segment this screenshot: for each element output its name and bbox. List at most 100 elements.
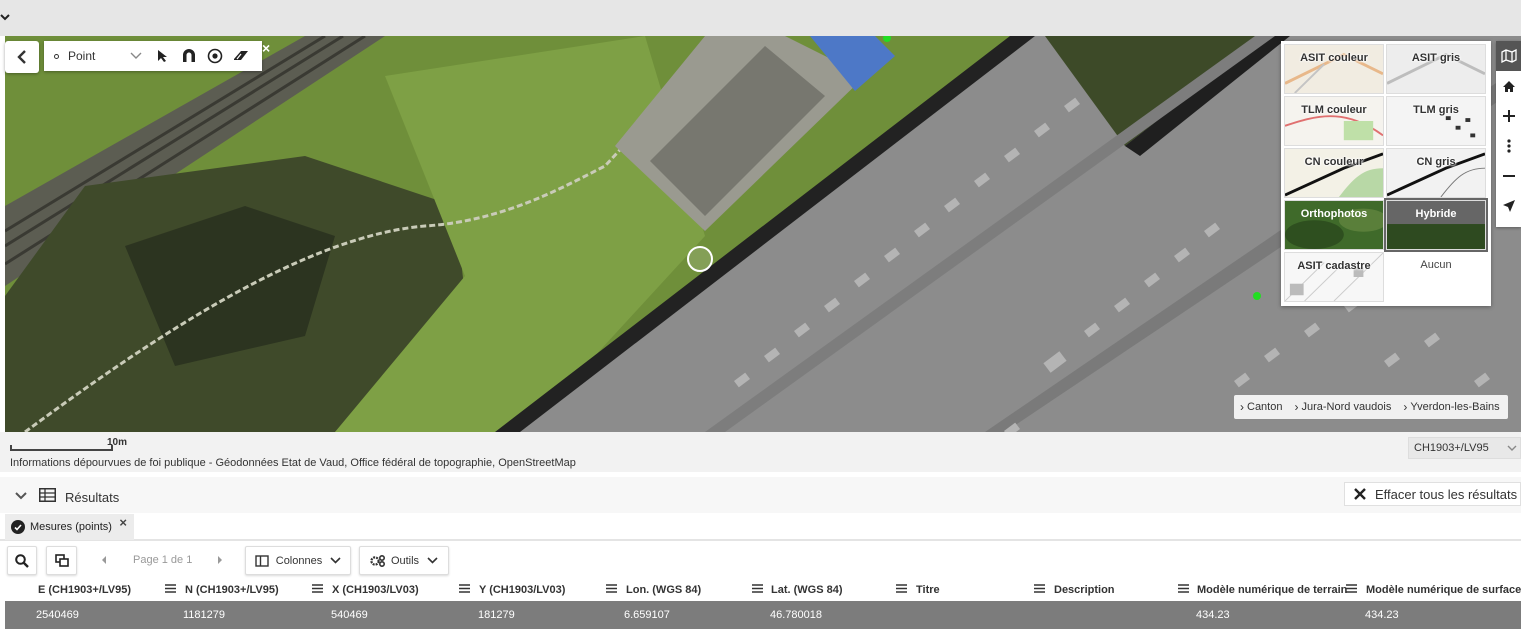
tools-button[interactable]: Outils bbox=[359, 546, 449, 575]
column-header[interactable]: Lat. (WGS 84) bbox=[771, 584, 843, 596]
basemap-orthophotos[interactable]: Orthophotos bbox=[1284, 200, 1384, 250]
column-header[interactable]: Modèle numérique de surface bbox=[1366, 584, 1521, 596]
column-menu-icon[interactable] bbox=[752, 584, 763, 593]
breadcrumb-item[interactable]: › Canton bbox=[1240, 400, 1282, 414]
columns-button[interactable]: Colonnes bbox=[245, 546, 351, 575]
chevron-down-icon bbox=[1507, 445, 1517, 451]
draw-toolbar: Point bbox=[44, 41, 262, 71]
eraser-icon[interactable] bbox=[228, 41, 254, 71]
table-cell: 6.659107 bbox=[624, 609, 670, 621]
basemap-label: Hybride bbox=[1415, 208, 1457, 220]
more-icon[interactable] bbox=[1496, 131, 1521, 161]
column-menu-icon[interactable] bbox=[459, 584, 470, 593]
table-cell: 181279 bbox=[478, 609, 515, 621]
chevron-down-icon bbox=[130, 52, 142, 59]
gears-icon bbox=[370, 554, 385, 567]
column-header[interactable]: E (CH1903+/LV95) bbox=[38, 584, 131, 596]
basemap-label: ASIT cadastre bbox=[1297, 260, 1371, 272]
column-header[interactable]: Description bbox=[1054, 584, 1115, 596]
crs-value: CH1903+/LV95 bbox=[1414, 442, 1489, 454]
grid-toolbar bbox=[0, 543, 1521, 579]
column-menu-icon[interactable] bbox=[165, 584, 176, 593]
basemap-aucun[interactable]: Aucun bbox=[1386, 252, 1486, 302]
chevron-down-icon bbox=[427, 557, 438, 564]
column-menu-icon[interactable] bbox=[312, 584, 323, 593]
home-icon[interactable] bbox=[1496, 71, 1521, 101]
basemap-cn-couleur[interactable]: CN couleur bbox=[1284, 148, 1384, 198]
geometry-type-select[interactable]: Point bbox=[44, 41, 150, 71]
clear-all-results-button[interactable]: Effacer tous les résultats bbox=[1344, 482, 1521, 506]
basemap-asit-cadastre[interactable]: ASIT cadastre bbox=[1284, 252, 1384, 302]
basemap-label: ASIT couleur bbox=[1300, 52, 1368, 64]
chevron-right-icon: › bbox=[1240, 400, 1244, 414]
breadcrumb-item[interactable]: › Yverdon-les-Bains bbox=[1403, 400, 1499, 414]
table-cell: 434.23 bbox=[1365, 609, 1399, 621]
table-cell: 1181279 bbox=[183, 609, 226, 621]
column-menu-icon[interactable] bbox=[1178, 584, 1189, 593]
column-header[interactable]: Lon. (WGS 84) bbox=[626, 584, 701, 596]
chevron-right-icon: › bbox=[1403, 400, 1408, 414]
chevron-left-icon bbox=[17, 50, 26, 64]
tools-label: Outils bbox=[390, 554, 420, 567]
breadcrumb-item[interactable]: › Jura-Nord vaudois bbox=[1294, 400, 1391, 414]
basemap-tlm-couleur[interactable]: TLM couleur bbox=[1284, 96, 1384, 146]
map-layers-icon[interactable] bbox=[1496, 41, 1521, 71]
clear-all-label: Effacer tous les résultats bbox=[1375, 486, 1518, 502]
columns-icon bbox=[255, 554, 269, 567]
basemap-label: Aucun bbox=[1420, 259, 1452, 271]
point-icon bbox=[54, 53, 59, 59]
table-cell: 2540469 bbox=[36, 609, 79, 621]
zoom-in-icon[interactable] bbox=[1496, 101, 1521, 131]
results-header bbox=[0, 477, 1521, 513]
basemap-asit-couleur[interactable]: ASIT couleur bbox=[1284, 44, 1384, 94]
basemap-tlm-gris[interactable]: TLM gris bbox=[1386, 96, 1486, 146]
close-icon[interactable]: × bbox=[262, 41, 276, 55]
zoom-to-result-button[interactable] bbox=[7, 546, 37, 575]
scale-line bbox=[10, 445, 113, 451]
column-menu-icon[interactable] bbox=[896, 584, 907, 593]
basemap-label: Orthophotos bbox=[1300, 208, 1368, 220]
close-icon bbox=[1345, 488, 1375, 500]
check-circle-icon bbox=[11, 520, 25, 534]
map-controls bbox=[1496, 41, 1521, 227]
table-cell: 46.780018 bbox=[770, 609, 822, 621]
column-header[interactable]: Y (CH1903/LV03) bbox=[479, 584, 565, 596]
basemap-label: CN gris bbox=[1416, 156, 1456, 168]
sidebar-toggle-button[interactable] bbox=[5, 41, 39, 73]
locate-icon[interactable] bbox=[1496, 191, 1521, 221]
column-header[interactable]: Titre bbox=[916, 584, 940, 596]
basemap-label: ASIT gris bbox=[1411, 52, 1461, 64]
basemap-label: TLM gris bbox=[1413, 104, 1459, 116]
crs-select[interactable]: CH1903+/LV95 bbox=[1408, 437, 1521, 459]
results-tabs bbox=[0, 513, 1521, 541]
previous-page-icon[interactable] bbox=[100, 555, 108, 565]
chevron-down-icon[interactable] bbox=[14, 489, 28, 503]
close-icon[interactable]: × bbox=[119, 515, 127, 530]
attribution-text: Informations dépourvues de foi publique … bbox=[10, 457, 576, 469]
basemap-switcher: ASIT couleur ASIT gris TLM couleur TLM g… bbox=[1281, 41, 1491, 306]
basemap-asit-gris[interactable]: ASIT gris bbox=[1386, 44, 1486, 94]
table-row[interactable] bbox=[5, 601, 1521, 629]
zoom-out-icon[interactable] bbox=[1496, 161, 1521, 191]
target-icon[interactable] bbox=[202, 41, 228, 71]
tab-mesures-points[interactable]: Mesures (points) × bbox=[5, 514, 134, 540]
column-header[interactable]: N (CH1903+/LV95) bbox=[185, 584, 279, 596]
copy-button[interactable] bbox=[46, 546, 77, 575]
chevron-right-icon: › bbox=[1294, 400, 1299, 414]
basemap-hybride[interactable]: Hybride bbox=[1384, 198, 1488, 252]
next-page-icon[interactable] bbox=[216, 555, 224, 565]
column-menu-icon[interactable] bbox=[606, 584, 617, 593]
chevron-down-icon[interactable] bbox=[0, 10, 14, 24]
column-header[interactable]: Modèle numérique de terrain bbox=[1197, 584, 1347, 596]
column-header[interactable]: X (CH1903/LV03) bbox=[332, 584, 419, 596]
column-menu-icon[interactable] bbox=[1034, 584, 1045, 593]
snap-magnet-icon[interactable] bbox=[176, 41, 202, 71]
column-menu-icon[interactable] bbox=[1346, 584, 1357, 593]
select-arrow-icon[interactable] bbox=[150, 41, 176, 71]
chevron-down-icon bbox=[330, 557, 341, 564]
table-icon bbox=[39, 488, 56, 502]
copy-icon bbox=[54, 554, 69, 567]
table-cell: 540469 bbox=[331, 609, 368, 621]
top-bar bbox=[0, 0, 1521, 36]
basemap-cn-gris[interactable]: CN gris bbox=[1386, 148, 1486, 198]
